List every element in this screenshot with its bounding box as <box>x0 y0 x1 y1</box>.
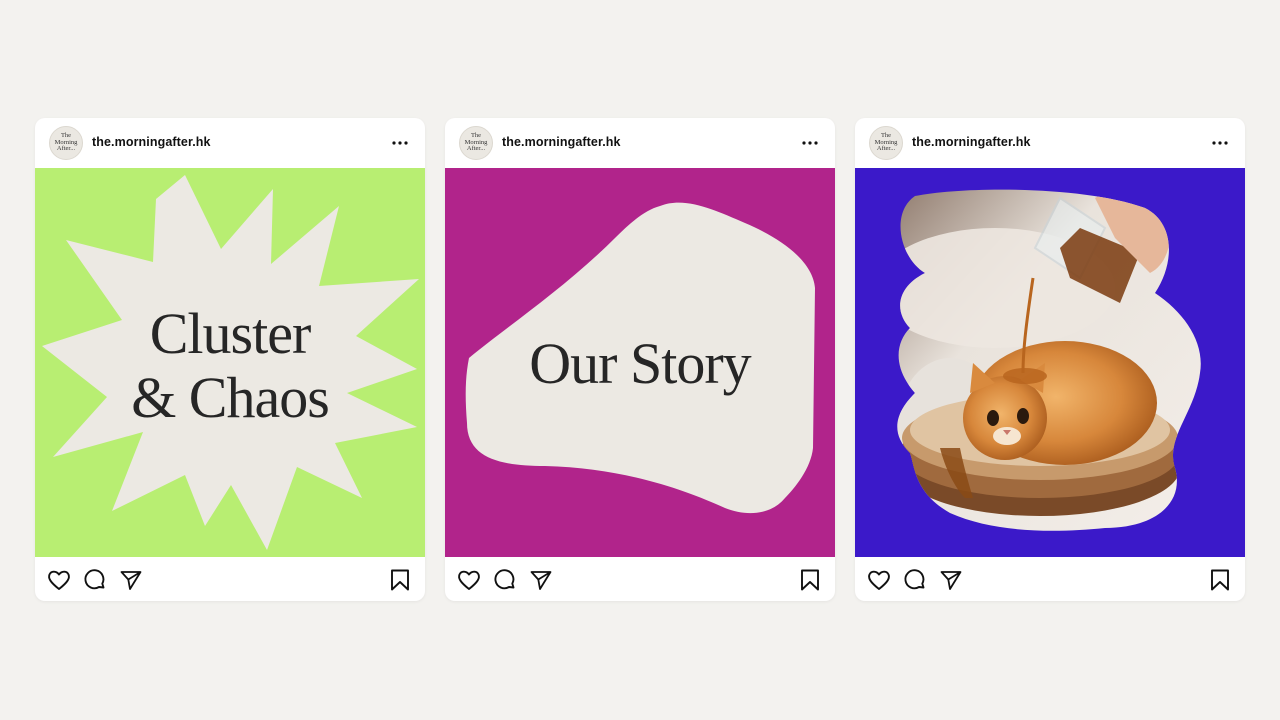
comment-bubble-icon[interactable] <box>492 567 518 593</box>
like-heart-icon[interactable] <box>456 567 482 593</box>
username-link[interactable]: the.morningafter.hk <box>92 135 211 149</box>
avatar[interactable]: The Morning After... <box>459 126 493 160</box>
headline-line: & Chaos <box>131 365 330 430</box>
post-card: The Morning After... the.morningafter.hk… <box>35 118 425 601</box>
save-bookmark-icon[interactable] <box>797 567 823 593</box>
username-link[interactable]: the.morningafter.hk <box>502 135 621 149</box>
post-card: The Morning After... the.morningafter.hk <box>855 118 1245 601</box>
cat-with-syrup-photo <box>897 189 1201 531</box>
post-header: The Morning After... the.morningafter.hk <box>855 118 1245 168</box>
share-paper-plane-icon[interactable] <box>118 567 144 593</box>
post-actions <box>35 557 425 601</box>
more-options-icon[interactable] <box>799 132 821 154</box>
post-header: The Morning After... the.morningafter.hk <box>35 118 425 168</box>
avatar[interactable]: The Morning After... <box>869 126 903 160</box>
like-heart-icon[interactable] <box>866 567 892 593</box>
post-image[interactable] <box>855 168 1245 557</box>
share-paper-plane-icon[interactable] <box>528 567 554 593</box>
post-image[interactable]: Our Story <box>445 168 835 557</box>
post-headline: Our Story <box>445 332 835 396</box>
avatar[interactable]: The Morning After... <box>49 126 83 160</box>
post-image[interactable]: Cluster & Chaos <box>35 168 425 557</box>
more-options-icon[interactable] <box>1209 132 1231 154</box>
post-card: The Morning After... the.morningafter.hk… <box>445 118 835 601</box>
like-heart-icon[interactable] <box>46 567 72 593</box>
username-link[interactable]: the.morningafter.hk <box>912 135 1031 149</box>
save-bookmark-icon[interactable] <box>1207 567 1233 593</box>
headline-line: Cluster <box>149 301 312 366</box>
share-paper-plane-icon[interactable] <box>938 567 964 593</box>
headline-line: Our Story <box>529 331 751 396</box>
save-bookmark-icon[interactable] <box>387 567 413 593</box>
post-headline: Cluster & Chaos <box>35 302 425 430</box>
more-options-icon[interactable] <box>389 132 411 154</box>
post-actions <box>855 557 1245 601</box>
post-header: The Morning After... the.morningafter.hk <box>445 118 835 168</box>
comment-bubble-icon[interactable] <box>902 567 928 593</box>
post-actions <box>445 557 835 601</box>
comment-bubble-icon[interactable] <box>82 567 108 593</box>
